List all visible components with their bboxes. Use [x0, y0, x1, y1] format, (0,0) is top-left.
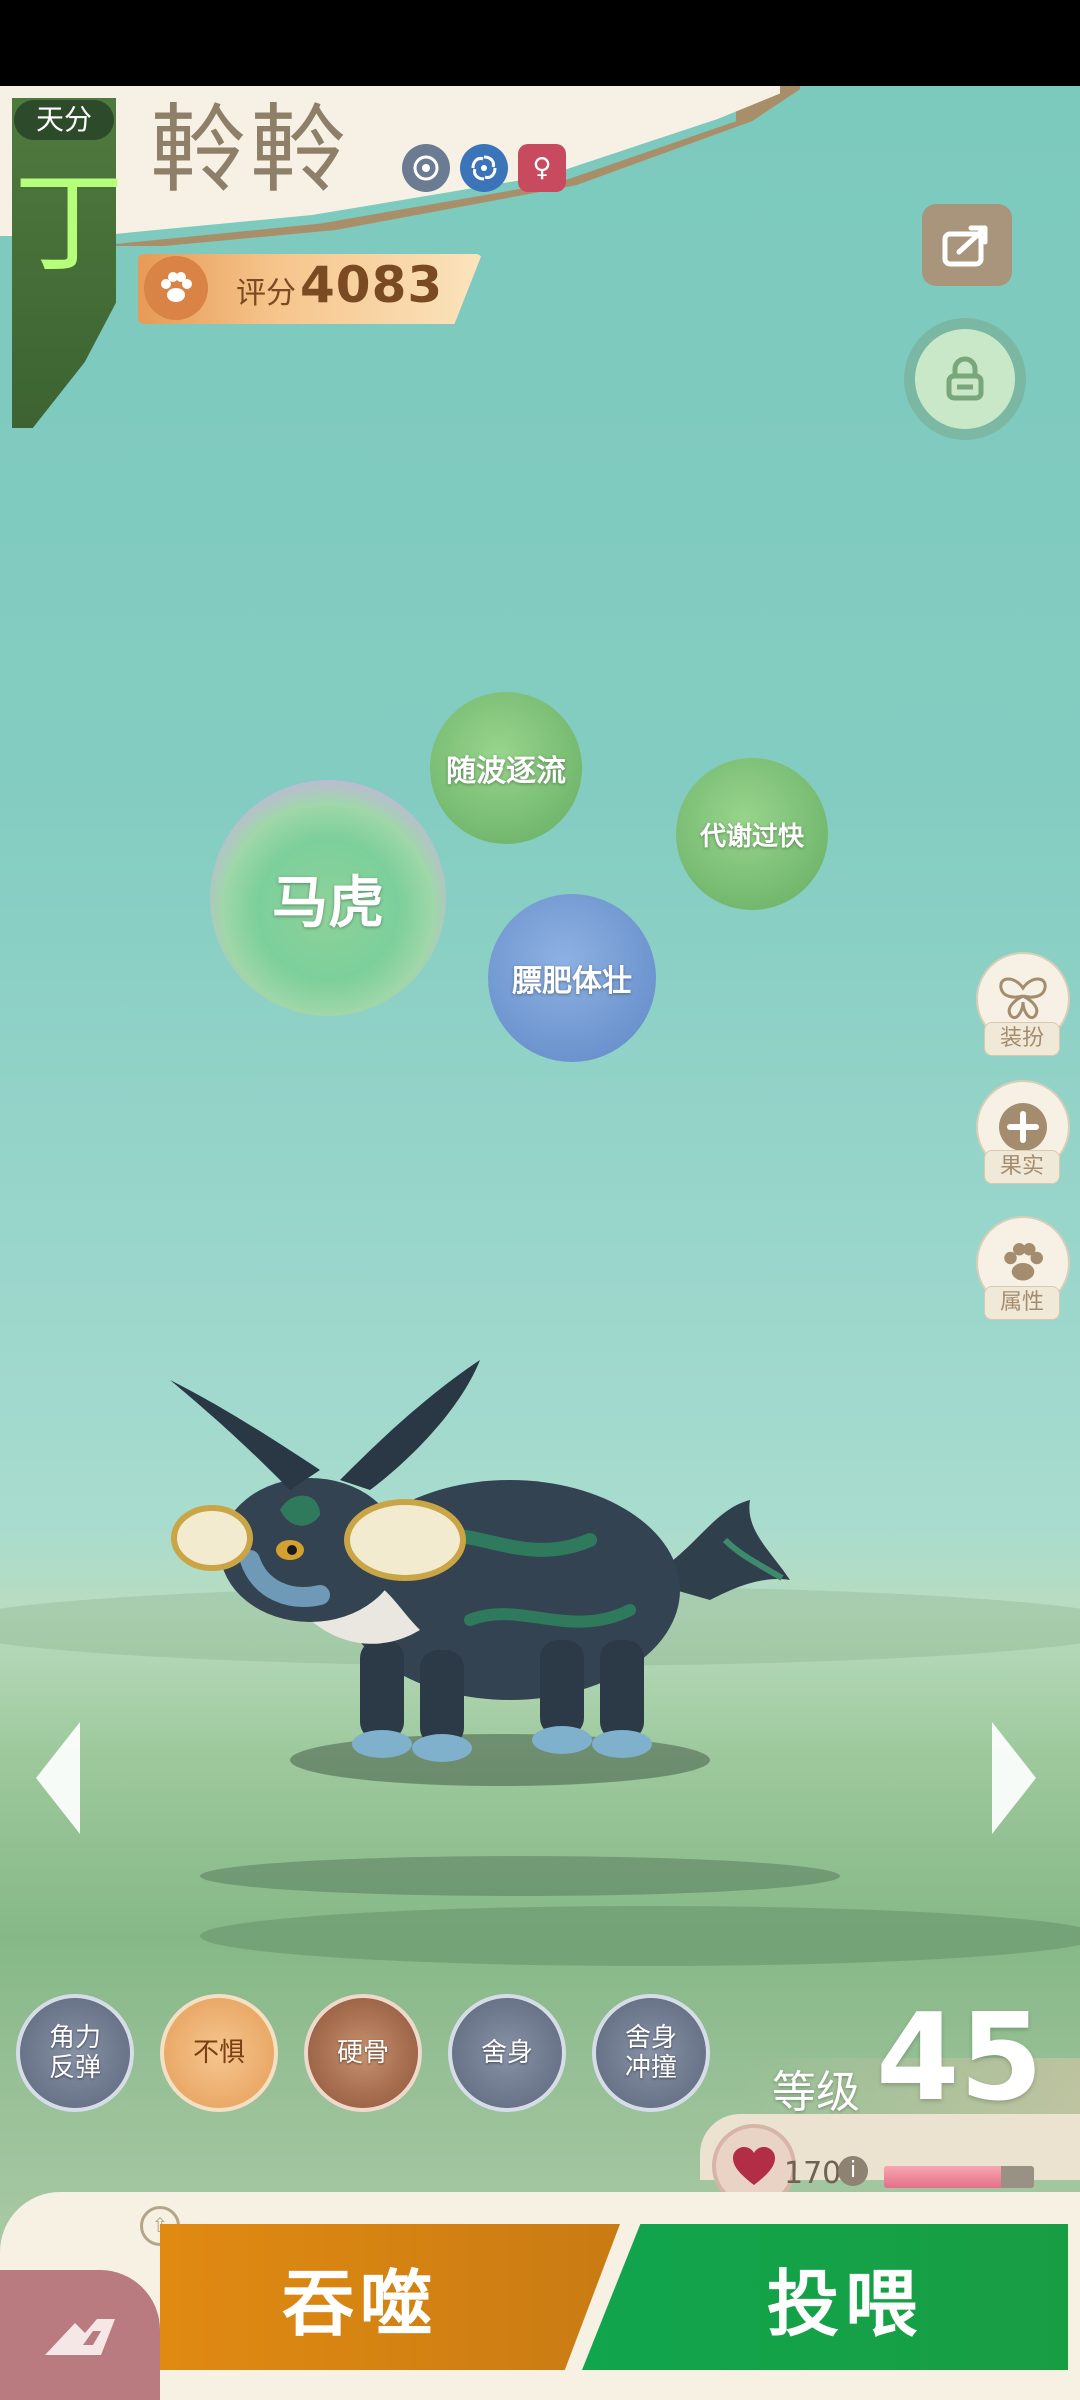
trait-bubble-3[interactable]: 膘肥体壮: [488, 894, 656, 1062]
hp-bar: [884, 2166, 1034, 2188]
next-pet-arrow[interactable]: [992, 1722, 1036, 1834]
skill-2-label: 不惧: [192, 2038, 245, 2068]
skill-5-label: 舍身 冲撞: [624, 2023, 677, 2083]
devour-button[interactable]: 吞噬: [160, 2224, 620, 2370]
score-value: 4083: [300, 256, 444, 314]
info-icon[interactable]: i: [838, 2156, 868, 2186]
skill-1[interactable]: 角力 反弹: [16, 1994, 134, 2112]
wind-element-icon: [460, 144, 508, 192]
lock-button[interactable]: [904, 318, 1026, 440]
skill-3-label: 硬骨: [336, 2038, 389, 2068]
water-element-icon: [402, 144, 450, 192]
share-button[interactable]: [922, 204, 1012, 286]
share-icon: [942, 225, 988, 267]
skill-4[interactable]: 舍身: [448, 1994, 566, 2112]
side-fruit-label: 果实: [984, 1150, 1060, 1184]
skill-2[interactable]: 不惧: [160, 1994, 278, 2112]
level-value: 45: [876, 1989, 1043, 2128]
side-outfit-label: 装扮: [984, 1022, 1060, 1056]
logo-icon: [45, 2319, 115, 2355]
side-attributes-label: 属性: [984, 1286, 1060, 1320]
feed-button[interactable]: 投喂: [582, 2224, 1068, 2370]
trait-bubble-1[interactable]: 随波逐流: [430, 692, 582, 844]
skill-3[interactable]: 硬骨: [304, 1994, 422, 2112]
skill-5[interactable]: 舍身 冲撞: [592, 1994, 710, 2112]
paw-icon: [144, 256, 208, 320]
skill-1-label: 角力 反弹: [48, 2023, 101, 2083]
pet-name: 軨軨: [150, 94, 350, 206]
score-label: 评分: [236, 276, 296, 311]
pet-creature: [170, 1360, 790, 1786]
female-gender-icon: ♀: [518, 144, 566, 192]
hp-value: 170: [784, 2156, 842, 2191]
hp-bar-fill: [884, 2166, 1001, 2188]
trait-bubble-main[interactable]: 马虎: [210, 780, 446, 1016]
corner-logo-button[interactable]: [0, 2270, 160, 2400]
skill-4-label: 舍身: [480, 2038, 533, 2068]
previous-pet-arrow[interactable]: [36, 1722, 80, 1834]
trait-bubble-2[interactable]: 代谢过快: [676, 758, 828, 910]
level-label: 等级: [772, 2067, 860, 2118]
side-attributes-button[interactable]: 属性: [976, 1216, 1070, 1320]
tier-label: 天分: [14, 100, 114, 140]
side-fruit-button[interactable]: 果实: [976, 1080, 1070, 1184]
side-outfit-button[interactable]: 装扮: [976, 952, 1070, 1056]
lock-icon: [946, 356, 984, 401]
attribute-icons: ♀: [402, 144, 566, 192]
tier-grade: 丁: [14, 159, 124, 287]
status-bar: [0, 0, 1080, 86]
